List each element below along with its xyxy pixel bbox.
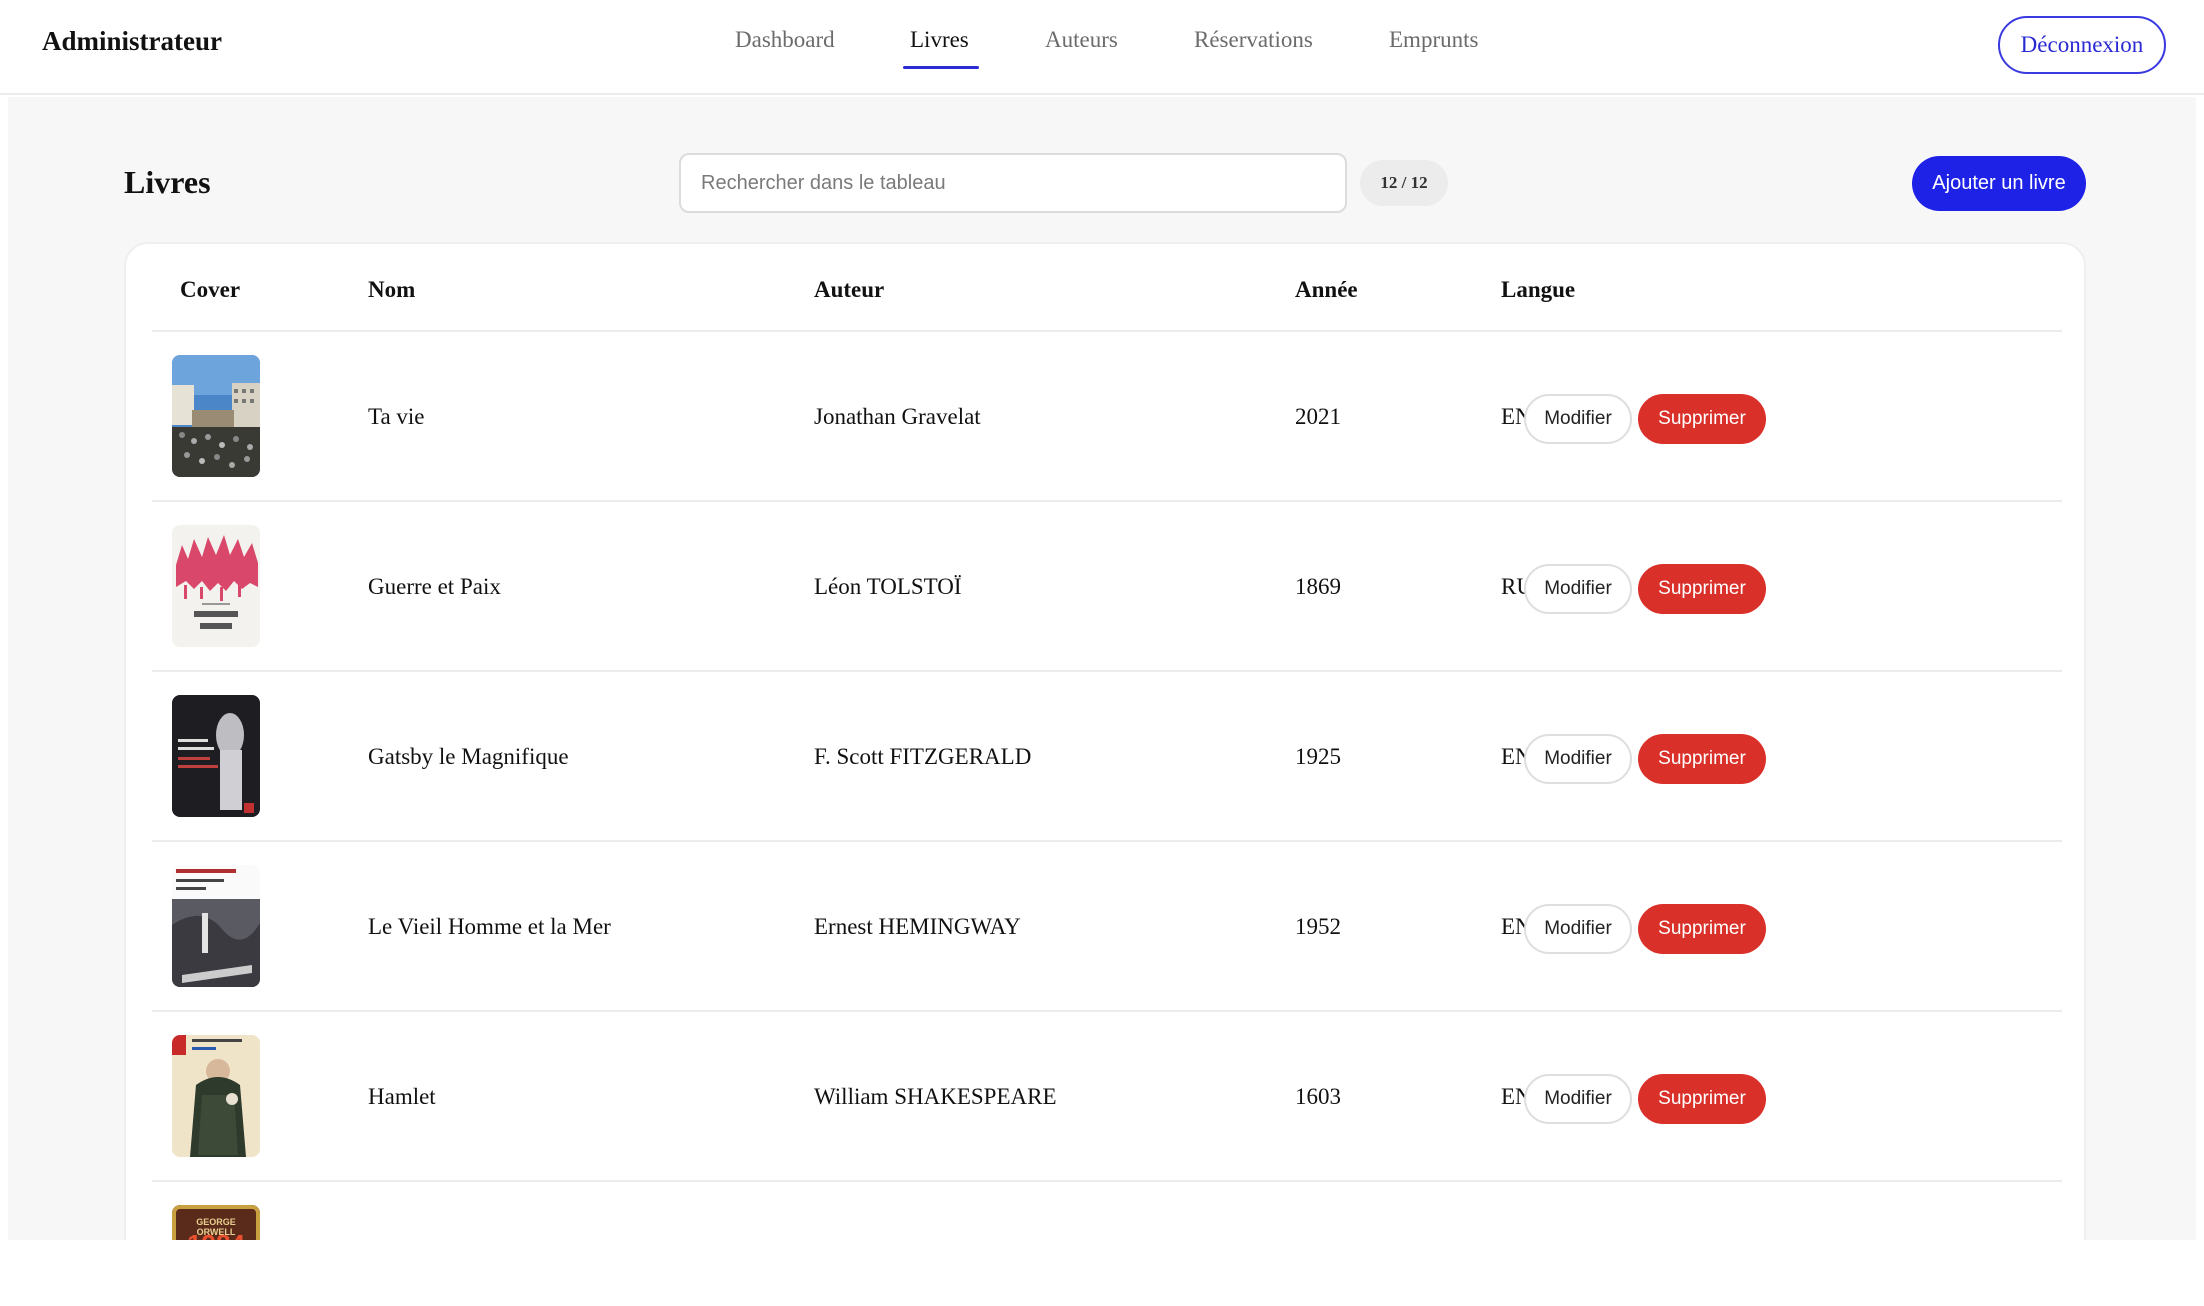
book-author: Ernest HEMINGWAY — [814, 914, 1021, 939]
book-cover-image — [172, 525, 260, 647]
book-cover-image — [172, 695, 260, 817]
book-name: Le Vieil Homme et la Mer — [368, 914, 611, 939]
book-cover-image — [172, 865, 260, 987]
delete-button[interactable]: Supprimer — [1638, 734, 1766, 784]
main-nav: Dashboard Livres Auteurs Réservations Em… — [0, 0, 2204, 95]
delete-button[interactable]: Supprimer — [1638, 1074, 1766, 1124]
book-year: 2021 — [1295, 404, 1341, 429]
book-author: Jonathan Gravelat — [814, 404, 981, 429]
books-table-card: Cover Nom Auteur Année Langue Ta vie Jon… — [124, 242, 2086, 1240]
table-row: Le Vieil Homme et la Mer Ernest HEMINGWA… — [152, 840, 2062, 1010]
column-header-auteur: Auteur — [814, 277, 885, 302]
column-header-annee: Année — [1295, 277, 1358, 302]
modify-button[interactable]: Modifier — [1524, 564, 1632, 614]
book-name: Guerre et Paix — [368, 574, 501, 599]
book-name: Hamlet — [368, 1084, 436, 1109]
table-row: Guerre et Paix Léon TOLSTOÏ 1869 RU Modi… — [152, 500, 2062, 670]
table-header: Cover Nom Auteur Année Langue — [126, 244, 2084, 330]
book-cover-image — [172, 1035, 260, 1157]
modify-button[interactable]: Modifier — [1524, 394, 1632, 444]
book-cover-image — [172, 355, 260, 477]
column-header-langue: Langue — [1501, 277, 1576, 302]
add-book-button[interactable]: Ajouter un livre — [1912, 156, 2086, 211]
book-author: William SHAKESPEARE — [814, 1084, 1057, 1109]
modify-button[interactable]: Modifier — [1524, 734, 1632, 784]
column-header-cover: Cover — [180, 277, 241, 302]
column-header-nom: Nom — [368, 277, 416, 302]
book-year: 1869 — [1295, 574, 1341, 599]
modify-button[interactable]: Modifier — [1524, 1074, 1632, 1124]
delete-button[interactable]: Supprimer — [1638, 564, 1766, 614]
book-year: 1603 — [1295, 1084, 1341, 1109]
table-row: Gatsby le Magnifique F. Scott FITZGERALD… — [152, 670, 2062, 840]
table-row: Hamlet William SHAKESPEARE 1603 EN Modif… — [152, 1010, 2062, 1180]
book-name: Ta vie — [368, 404, 425, 429]
search-input[interactable] — [679, 153, 1347, 213]
book-year: 1952 — [1295, 914, 1341, 939]
delete-button[interactable]: Supprimer — [1638, 904, 1766, 954]
nav-item-auteurs[interactable]: Auteurs — [1045, 27, 1118, 53]
result-count-badge: 12 / 12 — [1360, 160, 1448, 206]
table-row: Ta vie Jonathan Gravelat 2021 EN Modifie… — [152, 330, 2062, 500]
cover-title-text: 1984 — [180, 1229, 252, 1240]
table-row: GEORGE ORWELL 1984 — [152, 1180, 2062, 1240]
nav-item-reservations[interactable]: Réservations — [1194, 27, 1313, 53]
top-navbar: Administrateur Dashboard Livres Auteurs … — [0, 0, 2204, 95]
logout-button[interactable]: Déconnexion — [1998, 16, 2166, 74]
active-tab-indicator — [903, 66, 979, 69]
book-year: 1925 — [1295, 744, 1341, 769]
nav-item-dashboard[interactable]: Dashboard — [735, 27, 835, 53]
nav-item-emprunts[interactable]: Emprunts — [1389, 27, 1478, 53]
book-author: F. Scott FITZGERALD — [814, 744, 1032, 769]
nav-item-livres[interactable]: Livres — [910, 27, 969, 53]
book-cover-image: GEORGE ORWELL 1984 — [172, 1205, 260, 1240]
book-author: Léon TOLSTOÏ — [814, 574, 962, 599]
book-name: Gatsby le Magnifique — [368, 744, 569, 769]
page-title: Livres — [124, 164, 211, 200]
modify-button[interactable]: Modifier — [1524, 904, 1632, 954]
delete-button[interactable]: Supprimer — [1638, 394, 1766, 444]
main-content: Livres 12 / 12 Ajouter un livre Cover No… — [8, 97, 2196, 1240]
